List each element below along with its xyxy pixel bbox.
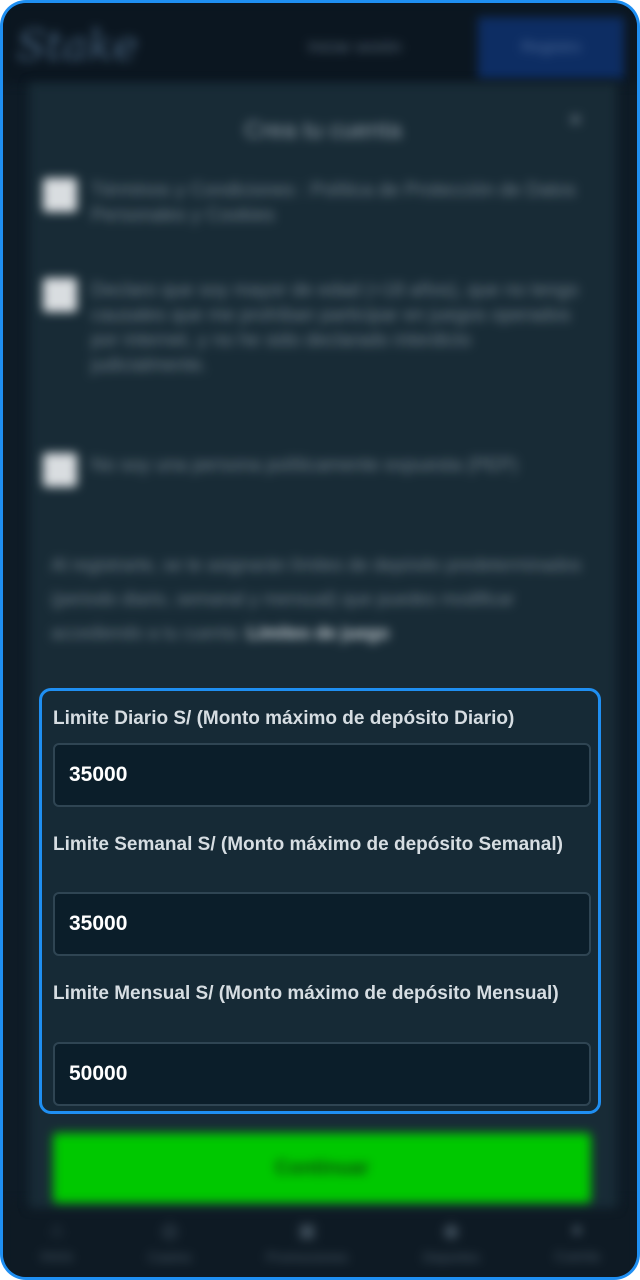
terms-checkbox-row: Términos y Condiciones : Política de Pro… [43,178,591,228]
limits-info-text: Al registrarte, se te asignarán límites … [51,548,591,650]
account-icon: ● [570,1218,583,1241]
nav-item-cuenta[interactable]: ● Cuenta [554,1219,599,1264]
terms-checkbox-label: Términos y Condiciones : Política de Pro… [91,180,576,226]
nav-item-promociones[interactable]: ▣ Promociones [266,1218,348,1265]
terms-checkbox[interactable] [43,178,77,212]
daily-limit-label: Limite Diario S/ (Monto máximo de depósi… [53,708,515,729]
close-icon[interactable]: × [569,107,582,133]
deposit-limits-section: Limite Diario S/ (Monto máximo de depósi… [39,688,601,1114]
pep-checkbox-row: No soy una persona políticamente expuest… [43,453,591,487]
top-bar: Stake Iniciar sesión Registro [3,3,637,83]
nav-item-deportes[interactable]: ◉ Deportes [423,1218,480,1265]
home-icon: ⌂ [50,1218,63,1241]
daily-limit-input[interactable] [53,743,591,807]
weekly-limit-label: Limite Semanal S/ (Monto máximo de depós… [53,834,563,855]
sports-icon: ◉ [442,1219,460,1242]
casino-icon: ◎ [160,1219,179,1242]
age-checkbox[interactable] [43,278,77,312]
monthly-limit-label: Limite Mensual S/ (Monto máximo de depós… [53,983,559,1004]
weekly-limit-input[interactable] [53,892,591,956]
nav-label: Cuenta [554,1247,600,1264]
bottom-nav: ⌂ Inicio ◎ Casino ▣ Promociones ◉ Deport… [3,1203,637,1277]
register-button[interactable]: Registro [478,17,624,79]
login-link[interactable]: Iniciar sesión [308,39,401,57]
app-screen: Stake Iniciar sesión Registro ⌂ Inicio ◎… [3,3,637,1277]
age-checkbox-label: Declaro que soy mayor de edad (+18 años)… [91,280,579,376]
monthly-limit-input[interactable] [53,1042,591,1106]
modal-title: Crea tu cuenta [244,117,402,144]
device-frame: Stake Iniciar sesión Registro ⌂ Inicio ◎… [0,0,640,1280]
nav-label: Promociones [266,1248,348,1265]
continue-button[interactable]: Continuar [53,1133,591,1203]
pep-checkbox-label: No soy una persona políticamente expuest… [91,455,518,476]
nav-label: Deportes [422,1248,480,1265]
pep-checkbox[interactable] [43,453,77,487]
brand-logo: Stake [17,21,138,70]
age-checkbox-row: Declaro que soy mayor de edad (+18 años)… [43,278,591,378]
nav-item-inicio[interactable]: ⌂ Inicio [40,1219,73,1264]
nav-item-casino[interactable]: ◎ Casino [148,1218,192,1265]
gift-icon: ▣ [297,1219,317,1242]
nav-label: Inicio [40,1247,74,1264]
limits-info-link[interactable]: Límites de juego [247,623,389,643]
nav-label: Casino [147,1248,192,1265]
